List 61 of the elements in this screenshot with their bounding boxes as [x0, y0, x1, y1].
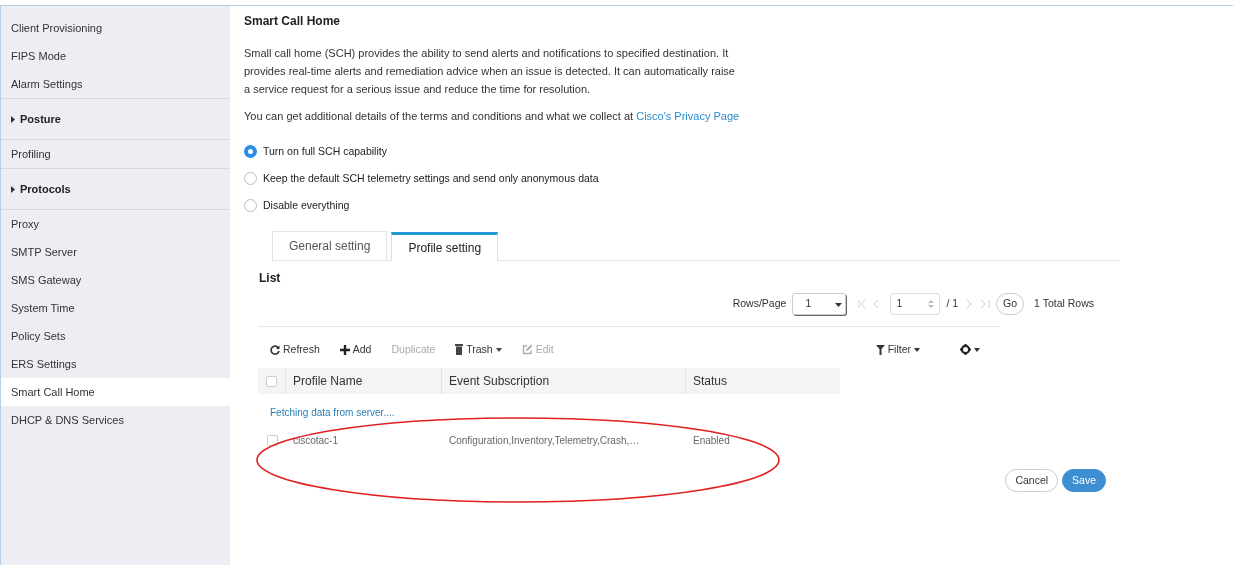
list-title: List: [259, 270, 282, 287]
sidebar-item[interactable]: Alarm Settings: [1, 70, 230, 98]
sidebar-item[interactable]: SMS Gateway: [1, 266, 230, 294]
trash-icon: [455, 344, 464, 355]
page-total: / 1: [946, 296, 959, 312]
caret-icon: [914, 347, 920, 352]
caret-icon: [495, 347, 502, 352]
sidebar-item[interactable]: Smart Call Home: [1, 378, 230, 406]
refresh-icon: [270, 344, 280, 355]
sidebar-item[interactable]: Profiling: [1, 140, 230, 168]
row-checkbox[interactable]: [266, 434, 278, 446]
column-header[interactable]: Profile Name: [286, 368, 442, 394]
rows-per-page-select[interactable]: 1: [792, 293, 847, 315]
plus-icon: [339, 344, 350, 355]
filter-icon: [875, 344, 885, 355]
radio-button[interactable]: [244, 199, 257, 212]
toolbar-button[interactable]: Add: [339, 341, 372, 358]
sidebar-item[interactable]: Client Provisioning: [1, 14, 230, 42]
sidebar-section[interactable]: Posture: [1, 98, 230, 140]
page-input[interactable]: 1: [890, 293, 941, 315]
radio-label: Disable everything: [263, 197, 350, 213]
status-message: Fetching data from server....: [270, 406, 396, 419]
settings-button[interactable]: [960, 344, 980, 355]
table-cell-text: ciscotac-1: [292, 433, 339, 448]
privacy-link[interactable]: Cisco's Privacy Page: [636, 110, 740, 122]
sidebar-section[interactable]: Protocols: [1, 168, 230, 210]
description-text: Small call home (SCH) provides the ability to send alerts and notifications to specified destination. It provides real-time alerts and remediation advice when an issue is detected. It can automatically raise a service request for a serious issue and reduce the time for resolution.: [244, 46, 736, 97]
caret-icon: [835, 300, 843, 308]
header-checkbox[interactable]: [266, 375, 277, 387]
next-last-icon[interactable]: [964, 299, 991, 309]
radio-label: Keep the default SCH telemetry settings and send only anonymous data: [263, 170, 599, 186]
caret-icon: [11, 115, 15, 123]
toolbar-button[interactable]: Refresh: [270, 341, 320, 358]
caret-icon: [11, 185, 15, 193]
table-cell-text: Configuration,Inventory,Telemetry,Crash,…: [448, 433, 641, 448]
sidebar-item[interactable]: Policy Sets: [1, 322, 230, 350]
sidebar-item[interactable]: DHCP & DNS Services: [1, 406, 230, 434]
radio-button[interactable]: [244, 172, 257, 185]
tab[interactable]: Profile setting: [391, 232, 499, 261]
sidebar-item[interactable]: ERS Settings: [1, 350, 230, 378]
radio-label: Turn on full SCH capability: [263, 143, 387, 159]
filter-button[interactable]: Filter: [875, 341, 920, 358]
total-rows: 1 Total Rows: [1034, 296, 1094, 312]
sidebar-item[interactable]: Proxy: [1, 210, 230, 238]
radio-button[interactable]: [244, 145, 257, 158]
cancel-button[interactable]: Cancel: [1005, 469, 1059, 492]
sidebar-item[interactable]: System Time: [1, 294, 230, 322]
page-title: Smart Call Home: [244, 13, 342, 30]
toolbar-button[interactable]: Trash: [455, 341, 502, 358]
column-header[interactable]: Status: [686, 368, 826, 394]
sidebar-item[interactable]: FIPS Mode: [1, 42, 230, 70]
edit-icon: [521, 344, 533, 355]
caret-icon: [974, 347, 980, 352]
sidebar-item[interactable]: SMTP Server: [1, 238, 230, 266]
rows-per-page-label: Rows/Page: [732, 296, 787, 312]
column-header[interactable]: Event Subscription: [442, 368, 686, 394]
tab[interactable]: General setting: [272, 231, 388, 260]
settings-icon: [960, 344, 971, 355]
privacy-text: You can get additional details of the terms and conditions and what we collect at Cisco's Privacy Page: [244, 109, 741, 124]
table-cell-text: Enabled: [692, 433, 731, 448]
spinner-icon: [928, 299, 935, 309]
